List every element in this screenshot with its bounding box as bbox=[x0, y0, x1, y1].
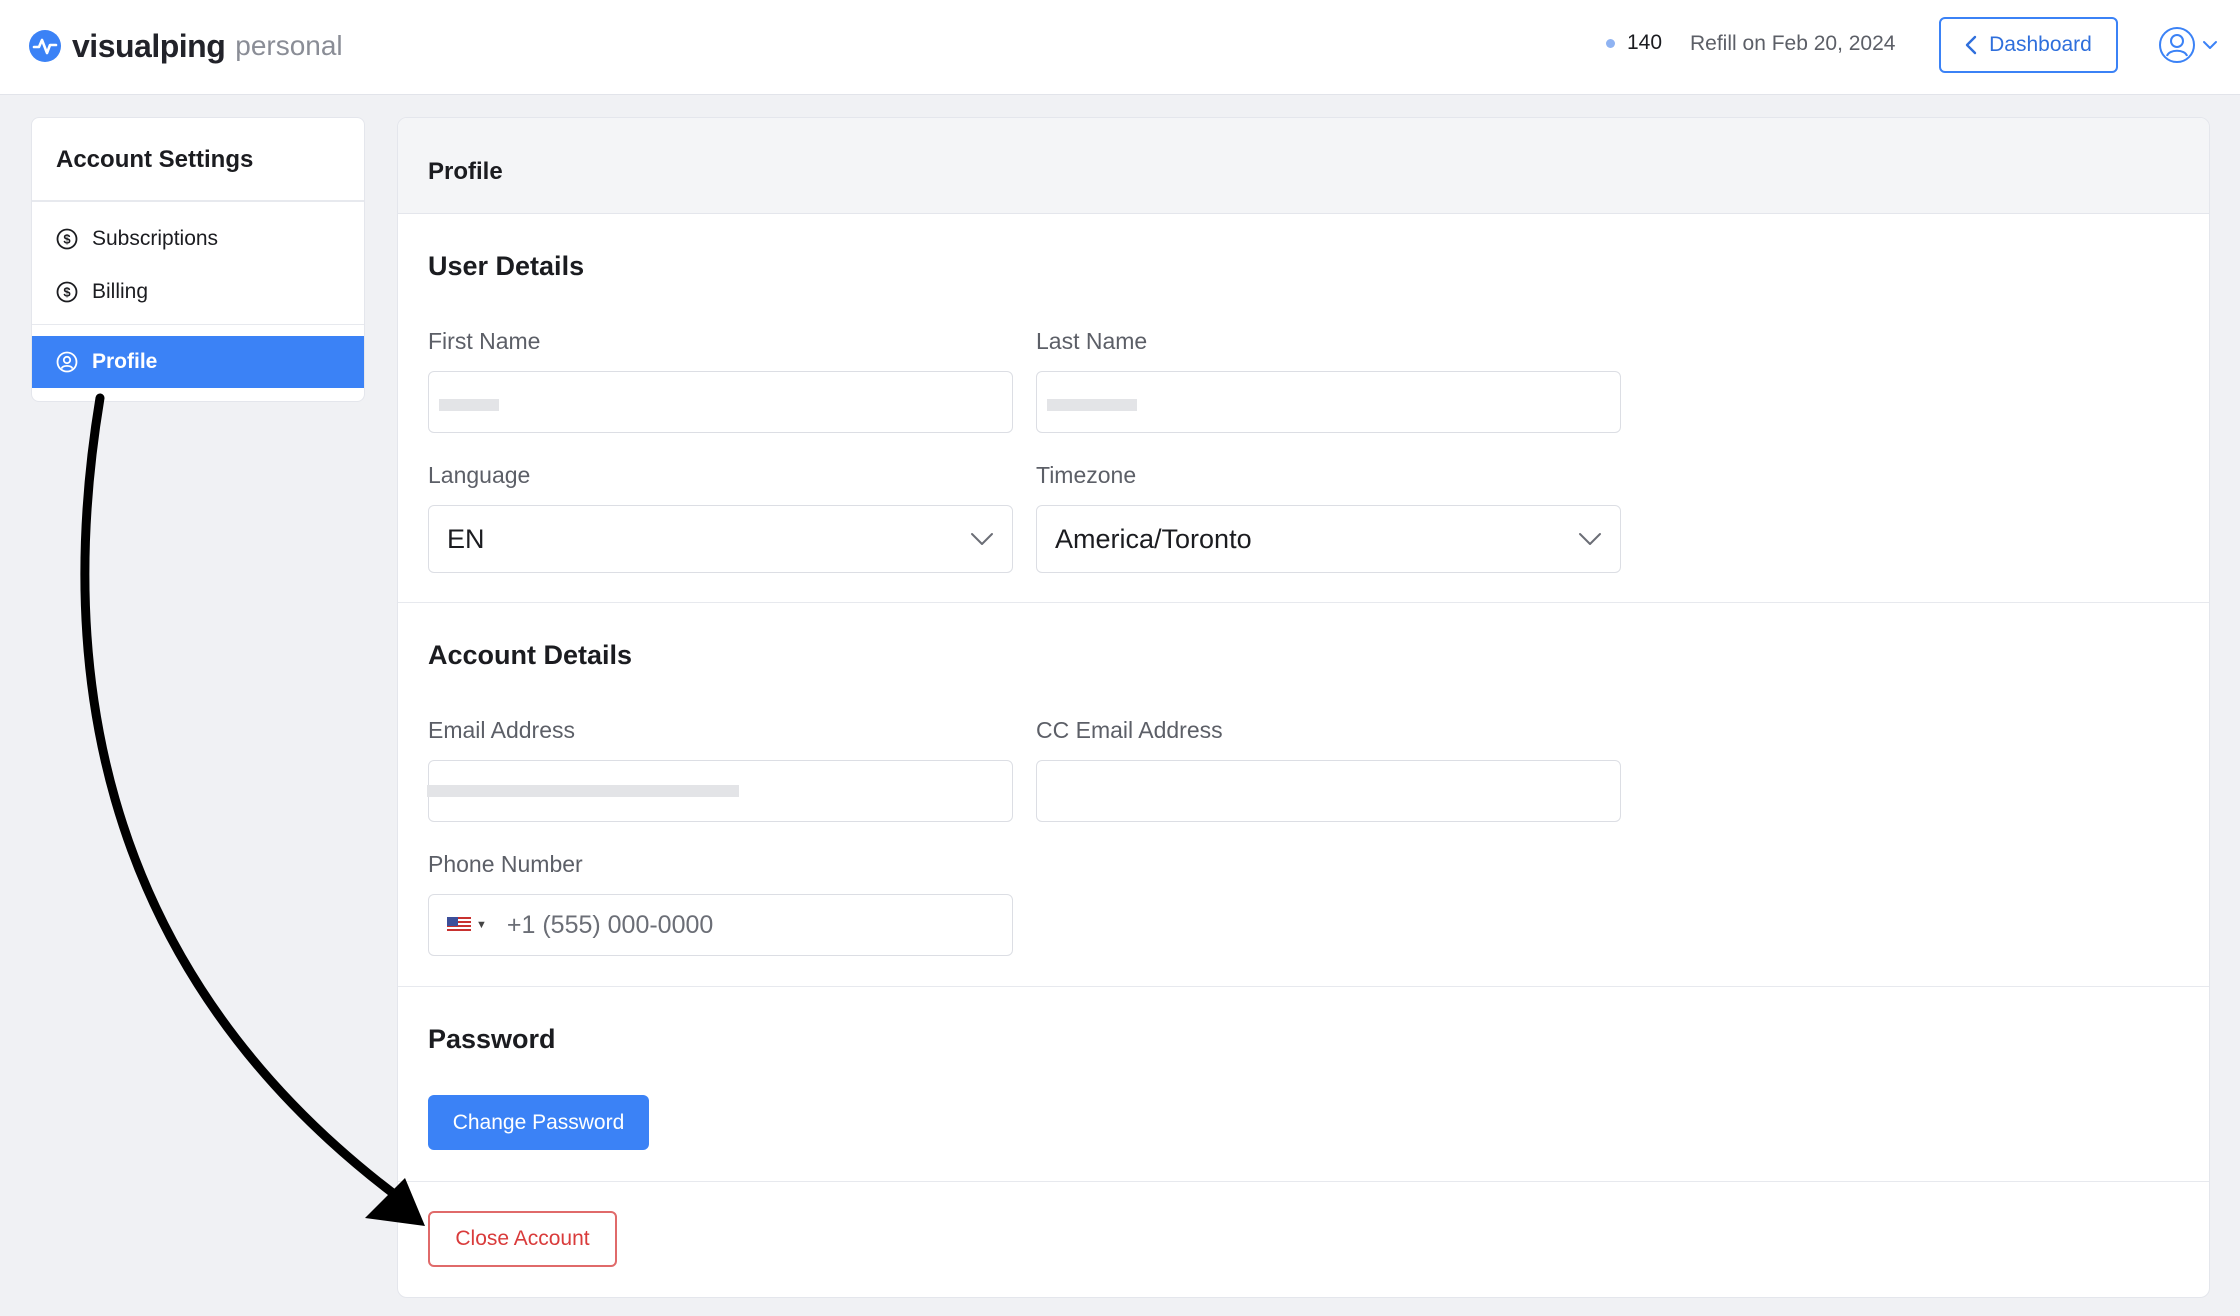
refill-date: Refill on Feb 20, 2024 bbox=[1690, 32, 1896, 55]
sidebar-item-subscriptions[interactable]: $ Subscriptions bbox=[32, 219, 364, 259]
password-title: Password bbox=[428, 1024, 556, 1054]
settings-sidebar: Account Settings $ Subscriptions $ Billi… bbox=[31, 117, 365, 402]
redacted-value bbox=[439, 399, 499, 411]
phone-label: Phone Number bbox=[428, 851, 583, 877]
us-flag-icon bbox=[447, 917, 471, 933]
language-value: EN bbox=[447, 523, 485, 554]
phone-placeholder: +1 (555) 000-0000 bbox=[506, 910, 714, 939]
user-circle-icon bbox=[56, 351, 78, 373]
user-details-title: User Details bbox=[428, 251, 585, 281]
redacted-value bbox=[1047, 399, 1137, 411]
brand-name: visualping bbox=[72, 27, 226, 64]
profile-panel: Profile User Details First Name Last Nam… bbox=[397, 117, 2210, 1298]
cc-email-label: CC Email Address bbox=[1036, 717, 1223, 743]
account-details-title: Account Details bbox=[428, 640, 633, 670]
timezone-label: Timezone bbox=[1036, 462, 1137, 488]
top-bar: visualping personal 140 Refill on Feb 20… bbox=[0, 0, 2240, 95]
chevron-down-icon bbox=[2203, 41, 2217, 49]
phone-input[interactable]: ▼ +1 (555) 000-0000 bbox=[428, 894, 1013, 956]
sidebar-item-label: Profile bbox=[92, 350, 158, 373]
credit-count: 140 bbox=[1627, 31, 1663, 54]
close-account-button[interactable]: Close Account bbox=[428, 1211, 617, 1267]
section-divider bbox=[398, 602, 2209, 603]
first-name-label: First Name bbox=[428, 328, 541, 354]
sidebar-item-billing[interactable]: $ Billing bbox=[32, 272, 364, 312]
change-password-button[interactable]: Change Password bbox=[428, 1095, 649, 1150]
dashboard-button[interactable]: Dashboard bbox=[1939, 17, 2118, 73]
language-select[interactable]: EN bbox=[428, 505, 1013, 573]
chevron-down-icon bbox=[1579, 533, 1601, 545]
email-label: Email Address bbox=[428, 717, 576, 743]
timezone-value: America/Toronto bbox=[1055, 523, 1252, 554]
svg-text:$: $ bbox=[63, 285, 71, 300]
plan-label: personal bbox=[235, 30, 343, 61]
cc-email-input[interactable] bbox=[1036, 760, 1621, 822]
sidebar-item-label: Billing bbox=[92, 280, 149, 303]
email-input[interactable] bbox=[427, 760, 1013, 822]
section-divider bbox=[398, 986, 2209, 987]
credit-dot-icon bbox=[1606, 38, 1615, 48]
redacted-value bbox=[427, 785, 739, 797]
sidebar-title: Account Settings bbox=[32, 118, 364, 202]
panel-title: Profile bbox=[398, 118, 2209, 214]
caret-down-icon: ▼ bbox=[476, 919, 487, 931]
brand-logo[interactable]: visualping personal bbox=[28, 26, 343, 66]
pulse-logo-icon bbox=[29, 30, 61, 62]
svg-text:$: $ bbox=[63, 232, 71, 247]
dollar-circle-icon: $ bbox=[56, 228, 78, 250]
chevron-left-icon bbox=[1965, 35, 1977, 55]
dollar-circle-icon: $ bbox=[56, 281, 78, 303]
timezone-select[interactable]: America/Toronto bbox=[1036, 505, 1621, 573]
language-label: Language bbox=[428, 462, 531, 488]
country-code-select[interactable]: ▼ bbox=[447, 917, 487, 933]
section-divider bbox=[398, 1181, 2209, 1182]
user-avatar-icon bbox=[2159, 27, 2195, 63]
sidebar-divider bbox=[32, 324, 364, 325]
last-name-label: Last Name bbox=[1036, 328, 1148, 354]
first-name-input[interactable] bbox=[428, 371, 1013, 433]
chevron-down-icon bbox=[971, 533, 993, 545]
last-name-input[interactable] bbox=[1036, 371, 1621, 433]
credits-indicator: 140 bbox=[1606, 31, 1662, 55]
sidebar-item-label: Subscriptions bbox=[92, 227, 219, 250]
user-menu[interactable] bbox=[2158, 26, 2218, 64]
dashboard-button-label: Dashboard bbox=[1989, 33, 2092, 56]
sidebar-item-profile[interactable]: Profile bbox=[32, 336, 364, 388]
